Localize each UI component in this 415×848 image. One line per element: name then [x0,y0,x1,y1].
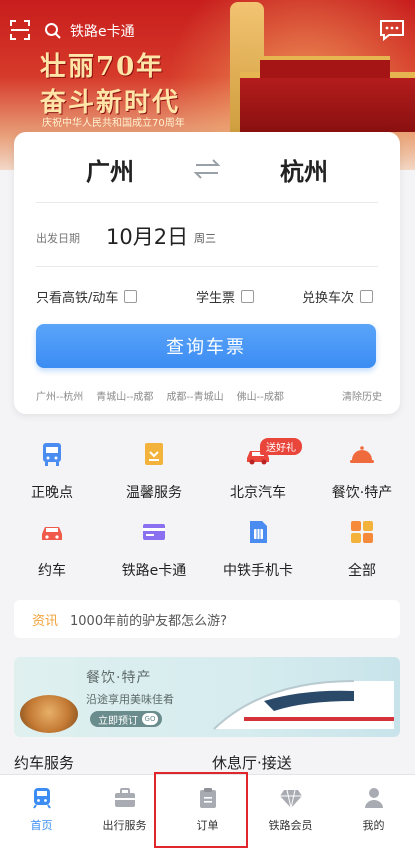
service-label: 温馨服务 [126,485,182,501]
train-front-icon [32,788,51,809]
tab-profile[interactable]: 我的 [332,775,415,848]
exchange-checkbox[interactable] [360,290,374,303]
user-icon [364,788,383,808]
history-item[interactable]: 佛山--成都 [237,388,284,403]
search-placeholder: 铁路e卡通 [70,24,135,40]
option-label: 只看高铁/动车 [36,291,119,306]
search-icon [45,23,61,39]
banner-subtitle: 庆祝中华人民共和国成立70周年 [42,118,185,129]
news-bar[interactable]: 资讯 1000年前的驴友都怎么游? [14,600,400,638]
food-promo-banner[interactable]: 餐饮·特产 沿途享用美味佳肴 立即预订 GO [14,657,400,737]
tab-label: 订单 [196,819,219,832]
promo-title: 餐饮·特产 [86,670,152,686]
tab-travel-services[interactable]: 出行服务 [83,775,166,848]
history-item[interactable]: 成都--青城山 [166,388,223,403]
taxi-icon [42,527,62,540]
query-tickets-button[interactable]: 查询车票 [36,324,376,368]
tab-membership[interactable]: 铁路会员 [249,775,332,848]
bus-icon [43,443,61,466]
service-label: 餐饮·特产 [331,485,393,501]
date-label: 出发日期 [36,232,80,245]
tab-label: 我的 [362,819,385,832]
history-item[interactable]: 青城山--成都 [96,388,153,403]
service-label: 全部 [348,563,376,579]
section-title-ride[interactable]: 约车服务 [14,752,74,773]
clipboard-icon [199,788,216,808]
top-bar: 铁路e卡通 [0,14,415,48]
diamond-icon [279,789,302,809]
book-now-label: 立即预订 [98,715,138,727]
high-speed-checkbox[interactable] [124,290,138,303]
service-label: 正晚点 [31,485,73,501]
history-item[interactable]: 广州--杭州 [36,388,83,403]
to-city[interactable]: 杭州 [280,152,328,187]
option-high-speed-only[interactable]: 只看高铁/动车 [36,287,138,306]
card-icon [143,524,165,540]
bottom-tab-bar: 首页 出行服务 订单 铁路会员 我的 [0,774,415,848]
option-label: 学生票 [196,291,236,306]
from-city[interactable]: 广州 [86,152,134,187]
tab-orders[interactable]: 订单 [166,775,249,848]
service-food-specialty[interactable]: 餐饮·特产 [310,440,414,510]
service-all[interactable]: 全部 [310,518,414,588]
divider [36,266,378,267]
bullet-train-image [213,680,394,730]
suitcase-icon [114,788,135,807]
clear-history-link[interactable]: 清除历史 [342,388,382,403]
dish-image [20,695,78,733]
search-box[interactable]: 铁路e卡通 [44,16,135,46]
ticket-booking-card: 广州 杭州 出发日期 10月2日 周三 只看高铁/动车 学生票 兑换车次 查询车… [14,132,400,414]
promo-badge: 送好礼 [260,438,302,455]
option-label: 兑换车次 [302,291,355,306]
weekday: 周三 [194,232,216,245]
banner-tiananmen [240,56,415,132]
service-ride[interactable]: 约车 [0,518,104,588]
student-checkbox[interactable] [241,290,255,303]
news-headline[interactable]: 1000年前的驴友都怎么游? [70,610,227,629]
tab-home[interactable]: 首页 [0,775,83,848]
departure-date[interactable]: 10月2日 [106,221,188,251]
go-badge: GO [142,713,158,725]
service-care[interactable]: 温馨服务 [102,440,206,510]
service-e-card[interactable]: 铁路e卡通 [102,518,206,588]
tab-label: 首页 [30,819,53,832]
service-label: 北京汽车 [230,485,286,501]
food-cover-icon [350,446,374,463]
option-exchange-train[interactable]: 兑换车次 [302,287,374,306]
message-icon[interactable] [379,18,405,42]
promo-subtitle: 沿途享用美味佳肴 [86,693,174,706]
banner-slogan-line1: 壮丽70年 [40,52,165,82]
service-label: 中铁手机卡 [223,563,293,579]
news-tag: 资讯 [32,613,59,629]
book-now-button[interactable]: 立即预订 GO [90,711,162,727]
service-label: 铁路e卡通 [121,563,187,579]
scan-icon[interactable] [8,18,32,42]
swap-icon[interactable] [190,158,224,180]
service-beijing-auto[interactable]: 送好礼 北京汽车 [206,438,310,510]
tab-label: 铁路会员 [268,819,313,832]
option-student-ticket[interactable]: 学生票 [196,287,255,306]
gift-box-icon [145,443,163,465]
section-title-lounge[interactable]: 休息厅·接送 [212,752,292,773]
sim-card-icon [250,521,267,543]
service-sim-card[interactable]: 中铁手机卡 [206,518,310,588]
grid-icon [351,521,373,543]
tab-label: 出行服务 [102,819,147,832]
service-delay-info[interactable]: 正晚点 [0,440,104,510]
search-history: 广州--杭州 青城山--成都 成都--青城山 佛山--成都 清除历史 [36,388,382,403]
service-label: 约车 [38,563,66,579]
divider [36,202,378,203]
